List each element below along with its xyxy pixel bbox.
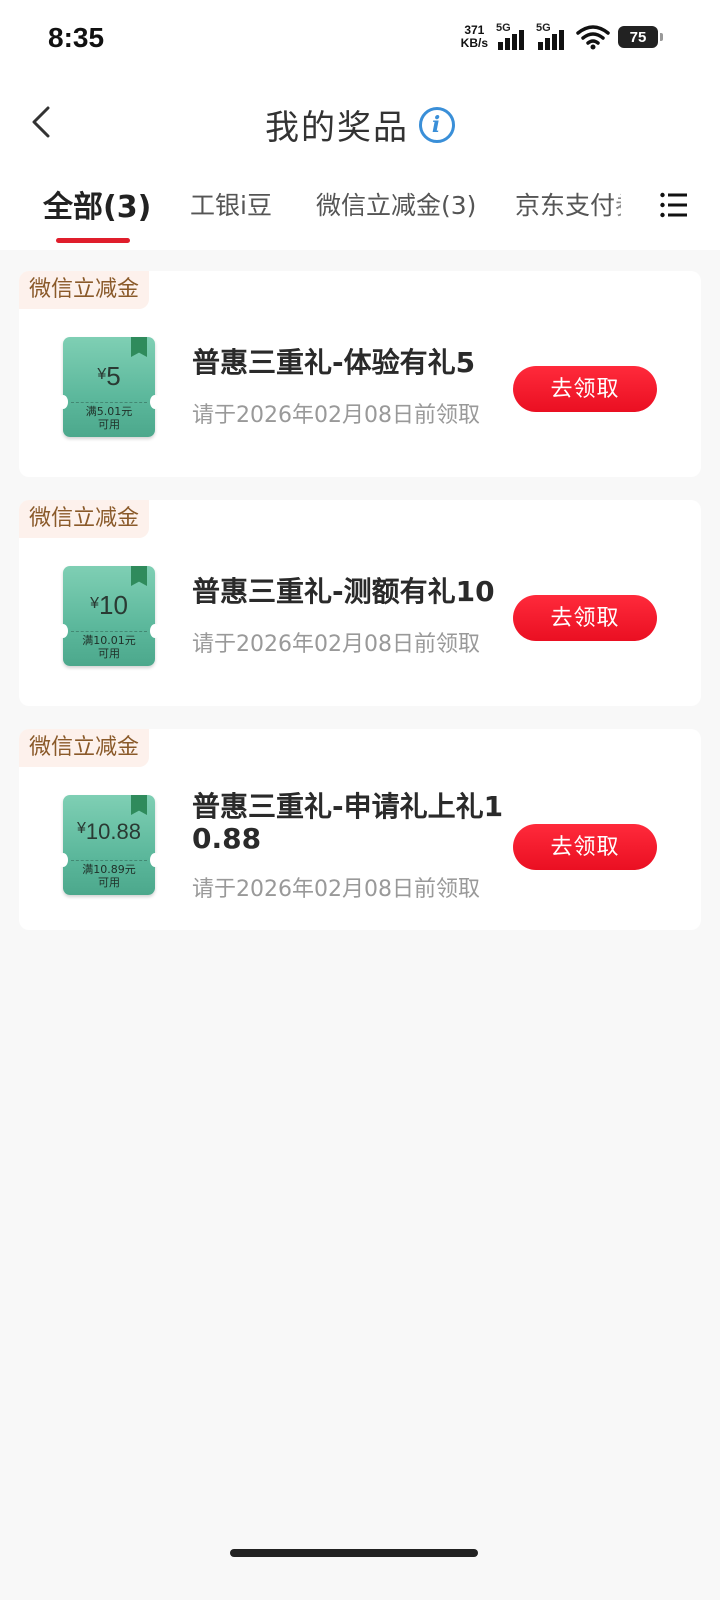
coupon-condition: 满10.01元 可用 [82, 634, 136, 660]
prize-title: 普惠三重礼-申请礼上礼10.88 [192, 790, 504, 855]
battery-icon: 75 [618, 26, 663, 48]
wifi-icon [576, 25, 610, 50]
claim-button[interactable]: 去领取 [513, 824, 657, 870]
coupon-graphic: ¥10 满10.01元 可用 [58, 566, 160, 666]
signal-icon: 5G [536, 22, 568, 50]
tab-wechat-discount[interactable]: 微信立减金(3) [316, 186, 476, 222]
coupon-condition: 满5.01元 可用 [85, 405, 133, 431]
page-title: 我的奖品 [265, 108, 409, 148]
prize-category-tag: 微信立减金 [19, 500, 150, 538]
tab-icbc-beans[interactable]: 工银i豆 [190, 186, 272, 222]
coupon-amount: ¥10.88 [77, 819, 141, 844]
page-header: 我的奖品 i [0, 80, 720, 170]
prize-category-tag: 微信立减金 [19, 729, 150, 767]
page-title-bar: 我的奖品 i [0, 100, 720, 149]
signal-icon: 5G [496, 22, 528, 50]
tab-jd-pay[interactable]: 京东支付券 [515, 186, 621, 222]
prize-card: 微信立减金 ¥10.88 满10.89元 可用 普惠三重礼-申请礼上礼10.88 … [19, 729, 701, 930]
tab-bar: 全部(3) 工银i豆 微信立减金(3) 京东支付券 [0, 170, 720, 250]
status-time: 8:35 [48, 22, 105, 53]
network-speed-unit: KB/s [460, 36, 488, 50]
tab-fade [610, 170, 640, 250]
battery-level: 75 [629, 28, 647, 46]
prize-deadline: 请于2026年02月08日前领取 [192, 632, 480, 657]
network-speed: 371 KB/s [461, 24, 488, 50]
claim-button[interactable]: 去领取 [513, 595, 657, 641]
tab-menu-button[interactable] [660, 192, 688, 218]
prize-title: 普惠三重礼-测额有礼10 [192, 575, 495, 608]
list-menu-icon [660, 192, 687, 218]
bookmark-icon [131, 337, 147, 357]
prize-deadline: 请于2026年02月08日前领取 [192, 403, 480, 428]
bookmark-icon [131, 795, 147, 815]
bookmark-icon [131, 566, 147, 586]
tab-all[interactable]: 全部(3) [43, 182, 151, 226]
info-icon[interactable]: i [419, 106, 455, 143]
coupon-graphic: ¥5 满5.01元 可用 [58, 337, 160, 437]
prize-category-tag: 微信立减金 [19, 271, 150, 309]
coupon-amount: ¥5 [97, 361, 121, 391]
status-bar: 8:35 371 KB/s 5G 5G 75 [0, 0, 720, 80]
coupon-graphic: ¥10.88 满10.89元 可用 [58, 795, 160, 895]
home-indicator[interactable] [230, 1549, 478, 1557]
prize-card: 微信立减金 ¥5 满5.01元 可用 普惠三重礼-体验有礼5 请于2026年02月… [19, 271, 701, 477]
status-icons: 371 KB/s 5G 5G 75 [461, 22, 663, 50]
coupon-amount: ¥10 [90, 590, 128, 620]
prize-deadline: 请于2026年02月08日前领取 [192, 877, 480, 902]
coupon-condition: 满10.89元 可用 [82, 863, 136, 889]
prize-title: 普惠三重礼-体验有礼5 [192, 346, 476, 379]
prize-card: 微信立减金 ¥10 满10.01元 可用 普惠三重礼-测额有礼10 请于2026年… [19, 500, 701, 706]
active-tab-indicator [56, 238, 130, 243]
claim-button[interactable]: 去领取 [513, 366, 657, 412]
